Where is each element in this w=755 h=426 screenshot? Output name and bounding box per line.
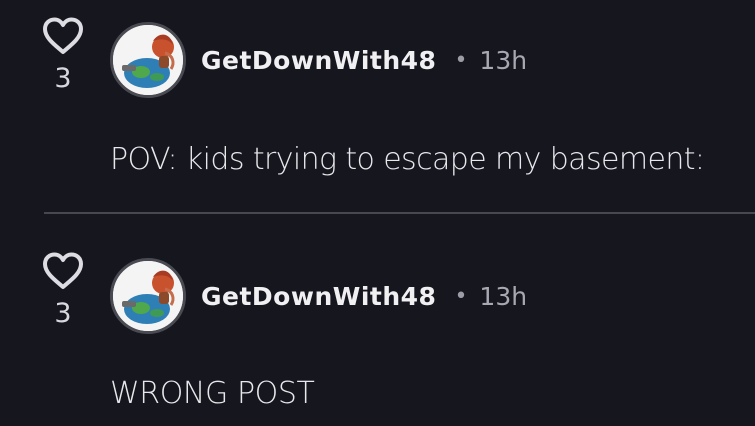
avatar[interactable]: [110, 22, 186, 98]
like-count: 3: [54, 298, 72, 329]
timestamp: 13h: [479, 281, 528, 311]
comment-meta: GetDownWith48 • 13h: [201, 40, 527, 80]
avatar[interactable]: [110, 258, 186, 334]
like-count: 3: [54, 63, 72, 94]
like-control[interactable]: 3: [38, 16, 88, 94]
comment-text: POV: kids trying to escape my basement:: [110, 142, 705, 177]
timestamp: 13h: [479, 45, 528, 75]
username[interactable]: GetDownWith48: [201, 282, 436, 311]
comment-text: WRONG POST: [110, 376, 315, 411]
comment-meta: GetDownWith48 • 13h: [201, 276, 527, 316]
heart-icon[interactable]: [38, 251, 88, 291]
like-control[interactable]: 3: [38, 251, 88, 329]
separator-dot: •: [454, 47, 468, 73]
separator-dot: •: [454, 283, 468, 309]
divider: [44, 212, 755, 214]
comment-item: 3 GetDownWith48 • 13h POV: kids trying t…: [0, 0, 755, 214]
username[interactable]: GetDownWith48: [201, 46, 436, 75]
heart-icon[interactable]: [38, 16, 88, 56]
comment-item: 3 GetDownWith48 • 13h WRONG POST: [0, 215, 755, 426]
